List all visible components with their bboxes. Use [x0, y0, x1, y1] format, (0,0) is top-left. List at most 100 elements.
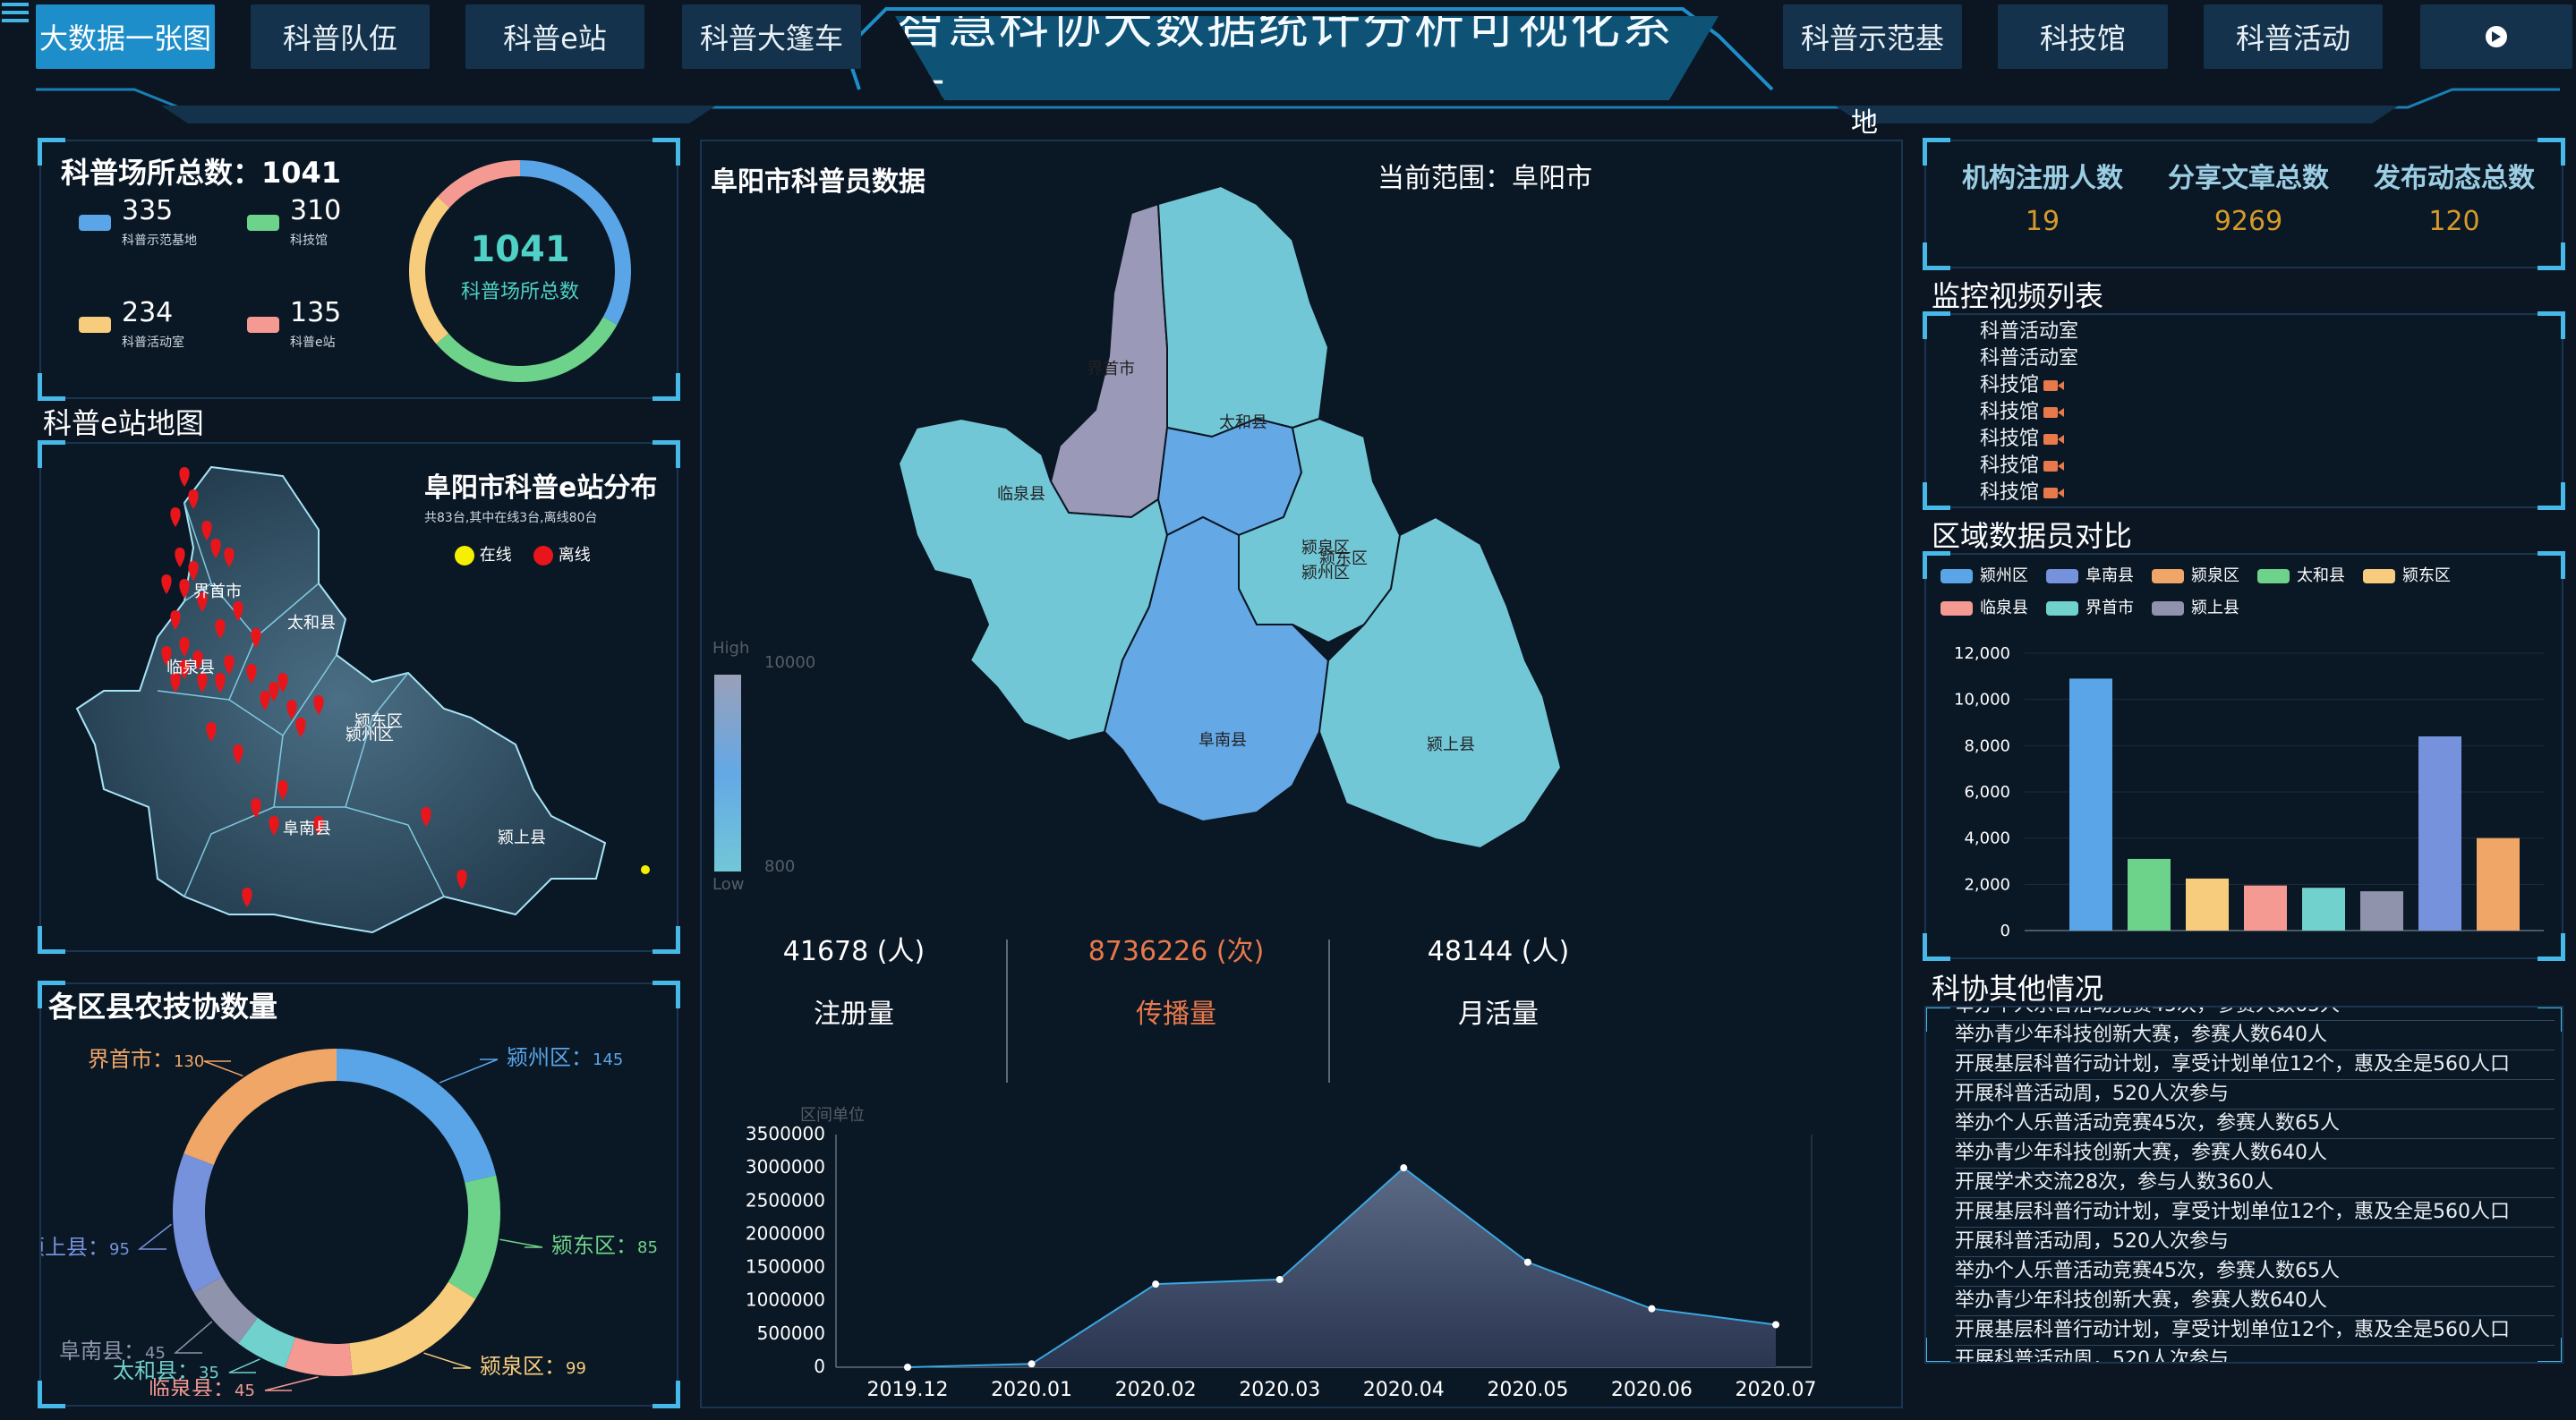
other-list-item: 开展基层科普行动计划，享受计划单位12个，惠及全是560人口 — [1955, 1316, 2555, 1346]
logout-button[interactable] — [2420, 4, 2572, 69]
other-list-item: 开展学术交流28次，参与人数360人 — [1955, 1169, 2555, 1198]
nav-btn-caravan[interactable]: 科普大篷车 — [682, 4, 861, 69]
agri-donut-chart: 颍州区：145颍东区：85颍泉区：99临泉县：45太和县：35阜南县：45颍上县… — [41, 1045, 658, 1396]
offline-pin[interactable] — [175, 548, 185, 567]
venue-label: 科普e站 — [290, 336, 336, 350]
nav-btn-activity[interactable]: 科普活动 — [2204, 4, 2383, 69]
region-legend-item[interactable]: 颍泉区 — [2152, 560, 2239, 592]
nav-btn-team[interactable]: 科普队伍 — [251, 4, 430, 69]
agri-slice[interactable] — [193, 1276, 259, 1344]
other-list-item: 开展科普活动周，520人次参与 — [1955, 1346, 2555, 1362]
legend-swatch — [1941, 601, 1973, 616]
region-legend-item[interactable]: 颍上县 — [2152, 592, 2239, 625]
area-point[interactable] — [904, 1364, 911, 1371]
region-bar[interactable] — [2186, 878, 2229, 931]
venue-value: 335 — [122, 195, 174, 226]
nav-btn-estation[interactable]: 科普e站 — [465, 4, 644, 69]
venue-label: 科普活动室 — [122, 336, 184, 350]
region-bar[interactable] — [2477, 838, 2520, 931]
stat-value: 8736226 (次) — [1088, 936, 1265, 967]
agri-slice[interactable] — [238, 1317, 296, 1368]
venues-panel: 科普场所总数：1041 335 科普示范基地 310 科技馆 234 科普活动室 135 科普… — [38, 138, 680, 401]
visualmap-max: 10000 — [764, 653, 816, 672]
region-legend-item[interactable]: 临泉县 — [1941, 592, 2028, 625]
map-region-taihe[interactable] — [1156, 184, 1330, 438]
video-item[interactable]: 科普活动室 — [1980, 345, 2078, 372]
video-item[interactable]: 科普活动室 — [1980, 319, 2078, 345]
offline-pin[interactable] — [179, 467, 190, 487]
agri-slice[interactable] — [183, 1049, 337, 1166]
nav-btn-bigdata[interactable]: 大数据一张图 — [36, 4, 215, 69]
region-legend-item[interactable]: 界首市 — [2046, 592, 2134, 625]
area-xtick: 2020.01 — [991, 1379, 1072, 1401]
kpi-panel: 机构注册人数 19 分享文章总数 9269 发布动态总数 120 — [1923, 138, 2565, 270]
map-label-yingzhou: 颍州区 — [345, 726, 394, 744]
area-point[interactable] — [1275, 1275, 1284, 1283]
legend-swatch — [2363, 569, 2395, 583]
video-item[interactable]: 科技馆 — [1980, 372, 2078, 399]
legend-label: 颍上县 — [2191, 599, 2239, 617]
agri-slice[interactable] — [285, 1337, 353, 1376]
region-legend-item[interactable]: 颍州区 — [1941, 560, 2028, 592]
area-ytick: 1500000 — [746, 1256, 825, 1278]
map-region-yingquan[interactable] — [1156, 417, 1303, 537]
camera-icon[interactable] — [2043, 378, 2066, 394]
area-point[interactable] — [1152, 1280, 1160, 1288]
video-item[interactable]: 科技馆 — [1980, 453, 2078, 480]
map-label-funan: 阜南县 — [283, 820, 331, 838]
region-legend-item[interactable]: 阜南县 — [2046, 560, 2134, 592]
area-ylabel: 区间单位 — [800, 1106, 865, 1125]
region-bar[interactable] — [2128, 858, 2171, 931]
area-point[interactable] — [1648, 1305, 1656, 1313]
camera-icon[interactable] — [2043, 431, 2066, 447]
visualmap-bar[interactable] — [714, 675, 741, 872]
stat-value: 48144 (人) — [1427, 936, 1570, 967]
offline-pin[interactable] — [170, 507, 181, 527]
region-legend-item[interactable]: 太和县 — [2257, 560, 2345, 592]
region-legend-item[interactable]: 颍东区 — [2363, 560, 2451, 592]
video-item-name: 科普活动室 — [1980, 347, 2079, 370]
region-bar[interactable] — [2360, 891, 2403, 931]
area-point[interactable] — [1400, 1164, 1408, 1172]
online-pin[interactable] — [641, 865, 650, 874]
video-item-name: 科技馆 — [1980, 374, 2040, 396]
legend-online[interactable]: 在线 — [455, 542, 512, 565]
area-point[interactable] — [1028, 1360, 1036, 1368]
nav-btn-demo-base[interactable]: 科普示范基 — [1783, 4, 1962, 69]
region-bar[interactable] — [2302, 888, 2345, 931]
agri-slice[interactable] — [173, 1153, 222, 1293]
agri-slice[interactable] — [348, 1281, 476, 1376]
area-point[interactable] — [1523, 1258, 1531, 1266]
stat-label: 传播量 — [1136, 999, 1216, 1030]
venue-donut-slice[interactable] — [409, 196, 450, 344]
kpi-label: 机构注册人数 — [1962, 163, 2123, 194]
video-title: 监控视频列表 — [1932, 279, 2104, 313]
video-item[interactable]: 科技馆 — [1980, 426, 2078, 453]
video-item[interactable]: 科技馆 — [1980, 399, 2078, 426]
venue-donut-slice[interactable] — [436, 317, 618, 382]
nav-btn-museum[interactable]: 科技馆 — [1998, 4, 2168, 69]
region-bar[interactable] — [2244, 885, 2287, 931]
venue-donut-slice[interactable] — [437, 160, 521, 208]
legend-swatch — [2046, 601, 2078, 616]
region-bar[interactable] — [2069, 678, 2112, 931]
area-xtick: 2020.04 — [1363, 1379, 1445, 1401]
video-item[interactable]: 科技馆 — [1980, 480, 2078, 506]
fuyang-map[interactable]: 界首市 太和县 临泉县 颍泉区 颍东区 颍州区 阜南县 颍上县 — [863, 159, 1579, 929]
camera-icon[interactable] — [2043, 404, 2066, 421]
area-point[interactable] — [1772, 1321, 1779, 1329]
agri-slice[interactable] — [336, 1049, 497, 1183]
offline-pin[interactable] — [161, 574, 172, 594]
video-item-name: 科技馆 — [1980, 428, 2040, 450]
online-dot — [455, 546, 474, 565]
agri-slice[interactable] — [448, 1175, 500, 1299]
visualmap-low: Low — [712, 875, 745, 894]
map-label-yingshang: 颍上县 — [498, 829, 546, 847]
legend-label: 界首市 — [2086, 599, 2134, 617]
camera-icon[interactable] — [2043, 458, 2066, 474]
agri-label: 颍泉区：99 — [480, 1354, 586, 1379]
legend-offline[interactable]: 离线 — [533, 542, 591, 565]
venue-stat: 135 科普e站 — [247, 297, 408, 351]
region-bar[interactable] — [2418, 736, 2461, 931]
camera-icon[interactable] — [2043, 485, 2066, 501]
